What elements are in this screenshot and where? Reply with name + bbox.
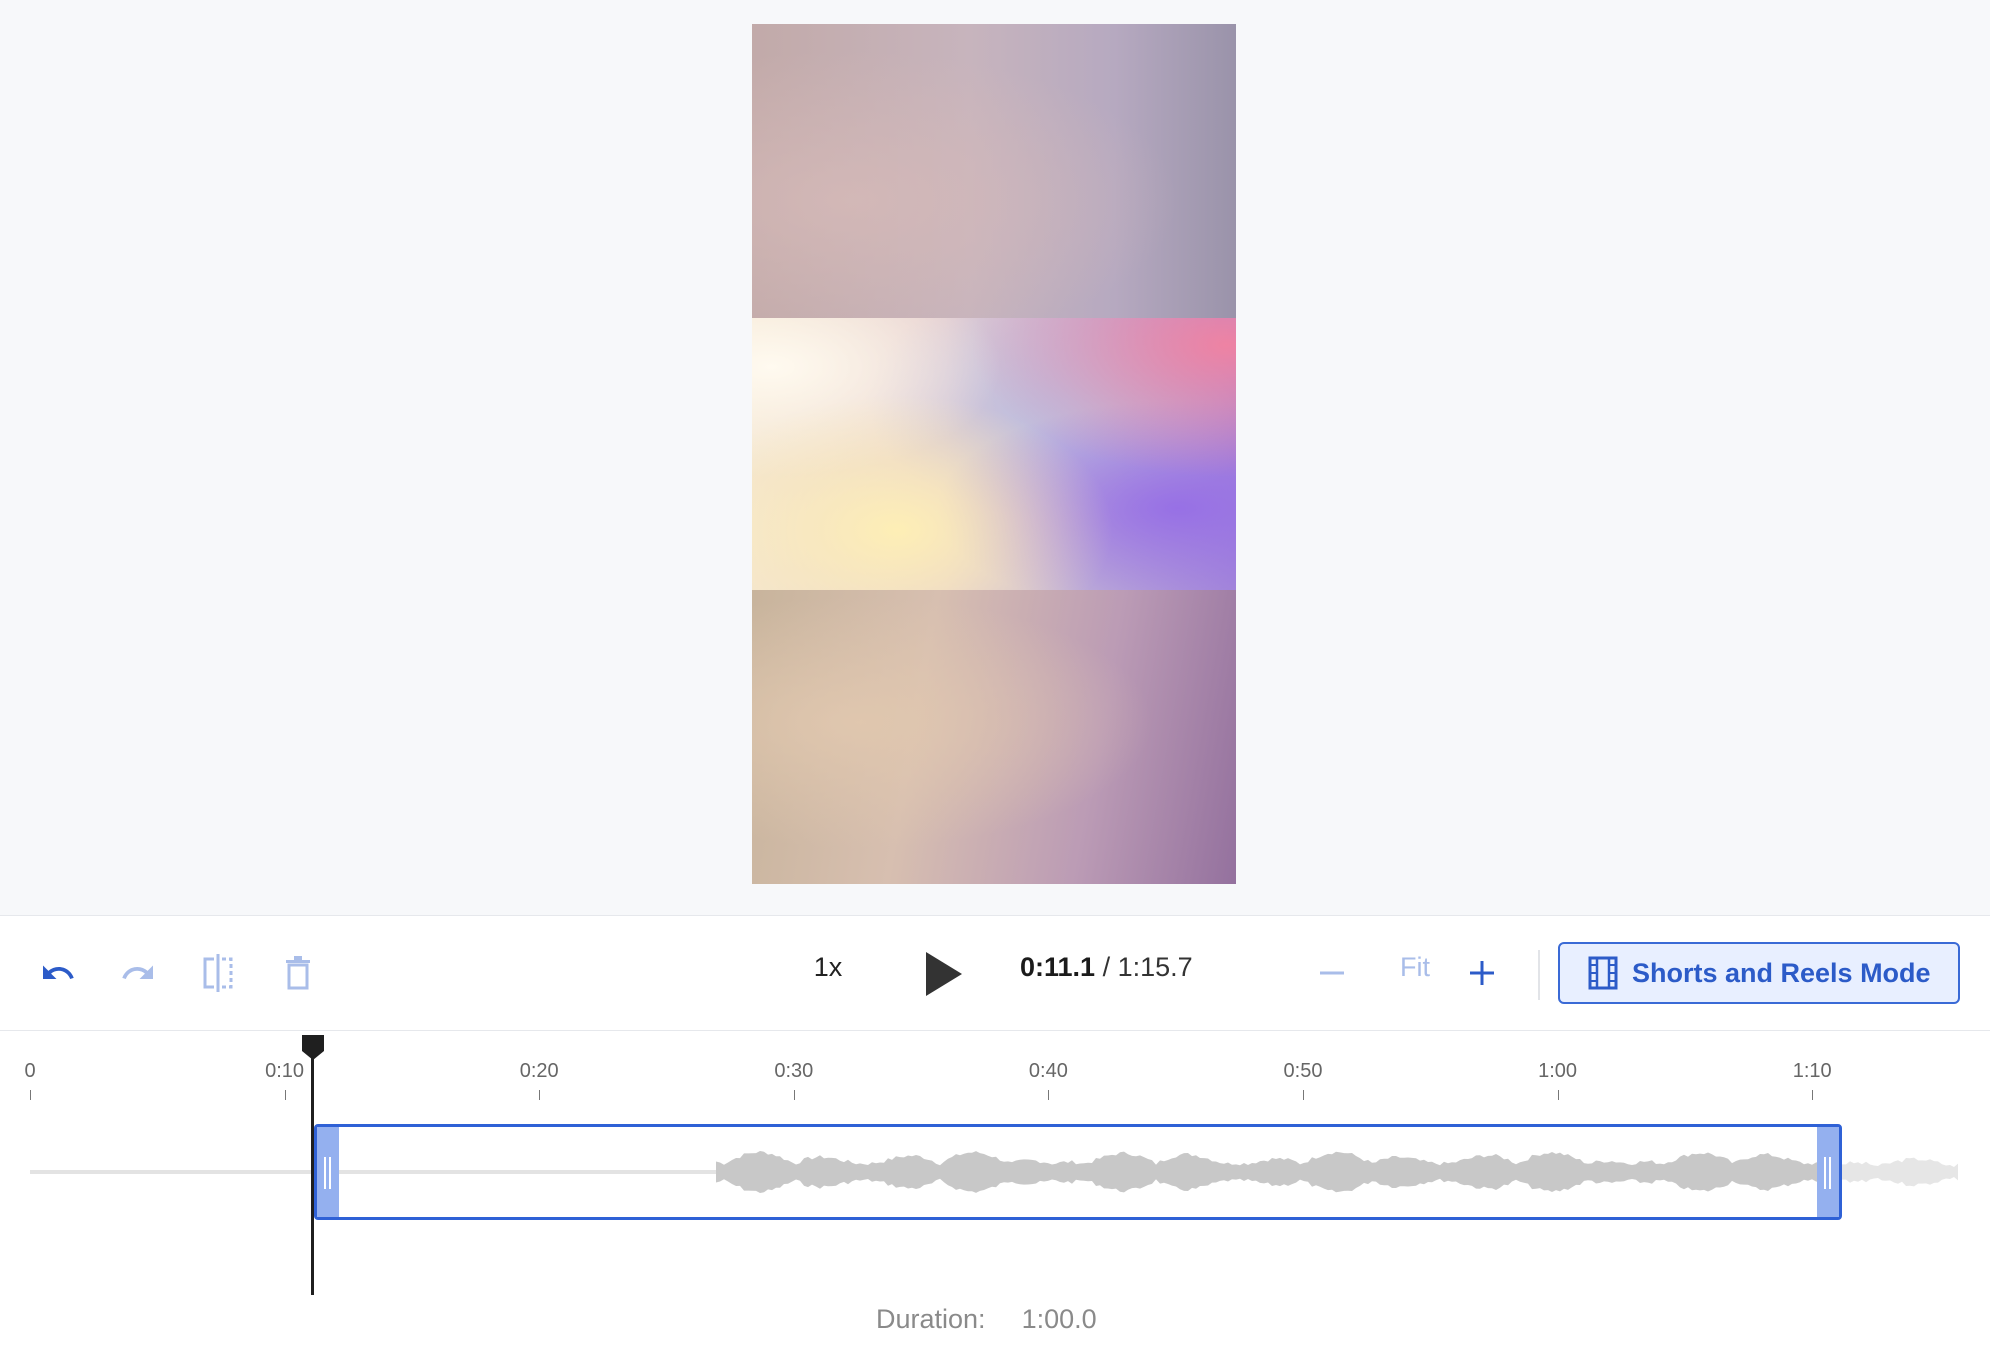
play-icon <box>926 952 962 996</box>
undo-icon <box>43 965 74 979</box>
video-preview-area <box>0 0 1990 916</box>
timeline[interactable]: 0 0:10 0:20 0:30 0:40 0:50 1:00 1:10 Duration: 1… <box>0 1031 1990 1356</box>
video-frame-bottom-blur <box>752 590 1236 884</box>
editor-toolbar: 1x 0:11.1 / 1:15.7 Fit Shorts and Reels … <box>0 916 1990 1031</box>
zoom-in-button[interactable] <box>1452 943 1512 1003</box>
play-button[interactable] <box>912 946 968 1002</box>
time-readout: 0:11.1 / 1:15.7 <box>1020 952 1193 983</box>
plus-icon <box>1470 961 1494 985</box>
duration-readout: Duration: 1:00.0 <box>876 1304 1097 1335</box>
video-frame-top-blur <box>752 24 1236 318</box>
zoom-out-button[interactable] <box>1302 943 1362 1003</box>
toolbar-divider <box>1538 950 1540 1000</box>
duration-label: Duration: <box>876 1304 986 1334</box>
minus-icon <box>1320 971 1344 975</box>
playhead-handle[interactable] <box>300 1033 326 1061</box>
video-preview-frame[interactable] <box>752 24 1236 884</box>
clip-selection[interactable] <box>314 1124 1842 1220</box>
duration-value: 1:00.0 <box>1021 1304 1097 1334</box>
redo-button[interactable] <box>108 943 168 1003</box>
split-button[interactable] <box>188 943 248 1003</box>
time-separator: / <box>1095 952 1118 982</box>
playback-speed-button[interactable]: 1x <box>803 952 853 983</box>
total-time: 1:15.7 <box>1117 952 1193 982</box>
video-frame-center-content <box>752 318 1236 590</box>
audio-waveform-outside-selection <box>1842 1157 1958 1187</box>
playhead-line[interactable] <box>311 1057 314 1295</box>
redo-icon <box>122 965 153 979</box>
trim-handle-left[interactable] <box>317 1127 339 1217</box>
shorts-reels-mode-label: Shorts and Reels Mode <box>1632 957 1931 988</box>
current-time: 0:11.1 <box>1020 952 1096 982</box>
undo-button[interactable] <box>28 943 88 1003</box>
delete-button[interactable] <box>268 943 328 1003</box>
film-strip-icon <box>1588 956 1618 990</box>
trash-icon <box>286 956 310 990</box>
trim-handle-right[interactable] <box>1817 1127 1839 1217</box>
split-icon <box>203 954 233 992</box>
zoom-fit-button[interactable]: Fit <box>1385 952 1445 983</box>
shorts-reels-mode-button[interactable]: Shorts and Reels Mode <box>1558 942 1960 1004</box>
